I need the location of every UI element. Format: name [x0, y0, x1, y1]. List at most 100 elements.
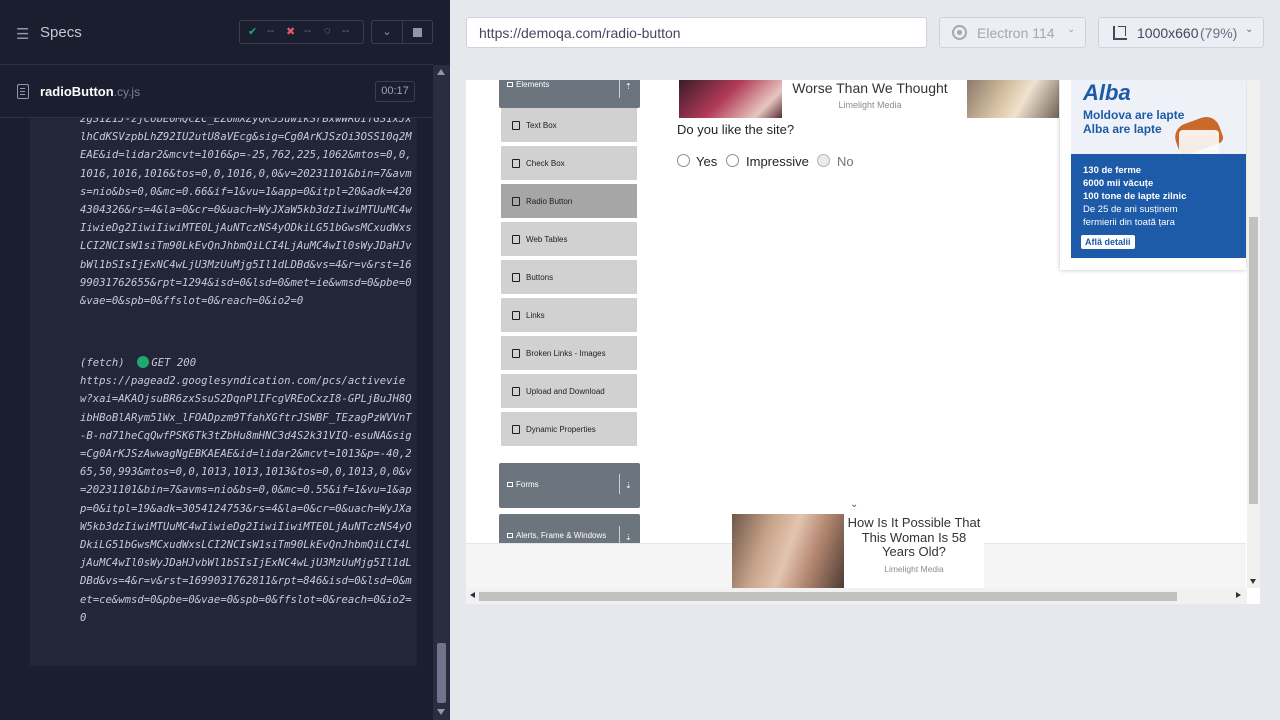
- alba-headline: Moldova are lapte Alba are lapte: [1083, 108, 1184, 136]
- sidebar-item-label: Check Box: [526, 159, 565, 168]
- radio-yes[interactable]: [677, 154, 690, 167]
- divider: [619, 474, 620, 494]
- chevron-down-icon: ⌄: [1245, 24, 1254, 35]
- spec-file-basename: radioButton: [40, 84, 114, 99]
- group-header-elements[interactable]: Elements ⇡: [499, 80, 640, 108]
- sidebar-item-label: Buttons: [526, 273, 554, 282]
- passed-icon: ✔: [248, 26, 258, 38]
- alba-headline-2: Alba are lapte: [1083, 122, 1162, 136]
- alba-ad-banner[interactable]: Alba Moldova are lapte Alba are lapte 130…: [1071, 80, 1246, 258]
- alba-line-5: fermierii din toată țara: [1083, 217, 1175, 228]
- sidebar-item-upload-download[interactable]: Upload and Download: [501, 374, 637, 410]
- log-entry-text[interactable]: 2gS1Z1J-zjCobE0MQcZC_EZUmXZyQK35uwikSrBx…: [80, 118, 415, 310]
- ad-image[interactable]: [732, 514, 844, 588]
- list-icon: [512, 425, 520, 434]
- radio-label-yes[interactable]: Yes: [696, 154, 717, 169]
- group-header-forms[interactable]: Forms ⇣: [499, 463, 640, 508]
- alba-cta-button[interactable]: Află detalii: [1081, 235, 1135, 249]
- list-icon: [512, 349, 520, 358]
- group-icon: [507, 482, 513, 487]
- question-text: Do you like the site?: [677, 122, 795, 137]
- alba-line-3: 100 tone de lapte zilnic: [1083, 191, 1187, 202]
- page-vertical-scrollbar[interactable]: [1247, 80, 1260, 588]
- ad-image[interactable]: [679, 80, 782, 118]
- page-horizontal-scrollbar[interactable]: [466, 588, 1247, 604]
- alba-line-1: 130 de ferme: [1083, 165, 1142, 176]
- sidebar-item-check-box[interactable]: Check Box: [501, 146, 637, 182]
- scrollbar-thumb[interactable]: [437, 643, 446, 703]
- status-dot-icon: [137, 356, 150, 368]
- sidebar-accordion: Elements ⇡ Text Box Check Box Radio Butt…: [499, 80, 640, 554]
- fetch-label: (fetch): [80, 357, 125, 369]
- sidebar-item-dynamic-properties[interactable]: Dynamic Properties: [501, 412, 637, 448]
- viewport-select[interactable]: 1000x660 (79%) ⌄: [1098, 17, 1264, 48]
- electron-icon: [952, 25, 967, 40]
- ad-image[interactable]: [967, 80, 1059, 118]
- ad-headline[interactable]: Worse Than We Thought Limelight Media: [786, 80, 954, 110]
- specs-header: ☰ Specs ✔ -- ✖ -- ◌ -- ⌄: [0, 0, 433, 65]
- scroll-left-icon[interactable]: [470, 592, 475, 598]
- group-title: Alerts, Frame & Windows: [516, 531, 607, 540]
- radio-impressive[interactable]: [726, 154, 739, 167]
- ruler-icon: [1113, 26, 1127, 40]
- sidebar-item-label: Dynamic Properties: [526, 425, 596, 434]
- radio-no[interactable]: [817, 154, 830, 167]
- browser-select[interactable]: Electron 114 ⌄: [939, 17, 1086, 48]
- chevron-down-icon: ⌄: [1067, 24, 1076, 35]
- spec-file-ext: .cy.js: [113, 85, 141, 99]
- sidebar-item-label: Broken Links - Images: [526, 349, 606, 358]
- stop-icon: [413, 28, 422, 37]
- divider: [619, 80, 620, 98]
- collapse-arrow-icon[interactable]: ⇡: [625, 82, 632, 91]
- ad-title[interactable]: How Is It Possible That This Woman Is 58…: [846, 515, 982, 560]
- group-icon: [507, 82, 513, 87]
- list-icon: [512, 159, 520, 168]
- scrollbar-thumb[interactable]: [479, 592, 1177, 601]
- file-icon: [17, 84, 29, 99]
- expand-arrow-icon[interactable]: ⇣: [625, 533, 632, 542]
- specs-list-icon[interactable]: ☰: [16, 25, 29, 43]
- chevron-down-icon: ⌄: [382, 26, 392, 38]
- radio-label-no: No: [837, 154, 854, 169]
- specs-title: Specs: [40, 24, 82, 41]
- pending-count: --: [342, 25, 350, 37]
- fetch-status: GET 200: [151, 357, 197, 369]
- spec-file-row[interactable]: radioButton.cy.js 00:17: [0, 66, 433, 118]
- url-bar[interactable]: https://demoqa.com/radio-button: [466, 17, 927, 48]
- list-icon: [512, 121, 520, 130]
- sidebar-item-label: Web Tables: [526, 235, 568, 244]
- command-log-scrollbar[interactable]: [433, 65, 450, 720]
- scroll-up-icon[interactable]: [437, 69, 445, 75]
- chevron-down-button[interactable]: ⌄: [371, 20, 403, 44]
- alba-body: 130 de ferme 6000 mii văcuțe 100 tone de…: [1083, 164, 1186, 229]
- expand-arrow-icon[interactable]: ⇣: [625, 481, 632, 490]
- sidebar-item-radio-button[interactable]: Radio Button: [501, 184, 637, 220]
- spec-duration: 00:17: [375, 81, 415, 102]
- scroll-right-icon[interactable]: [1236, 592, 1241, 598]
- alba-headline-1: Moldova are lapte: [1083, 108, 1185, 122]
- stop-button[interactable]: [403, 20, 433, 44]
- failed-icon: ✖: [286, 26, 296, 38]
- radio-label-impressive[interactable]: Impressive: [746, 154, 809, 169]
- sidebar-item-buttons[interactable]: Buttons: [501, 260, 637, 296]
- scroll-down-icon[interactable]: [1250, 579, 1256, 584]
- viewport-zoom: (79%): [1200, 25, 1238, 41]
- test-stats: ✔ -- ✖ -- ◌ --: [239, 20, 364, 44]
- alba-line-4: De 25 de ani susținem: [1083, 204, 1178, 215]
- log-entry-fetch[interactable]: (fetch) GET 200 https://pagead2.googlesy…: [80, 354, 415, 627]
- chevron-down-icon[interactable]: ⌄: [850, 499, 858, 510]
- sidebar-item-label: Text Box: [526, 121, 557, 130]
- sidebar-item-label: Radio Button: [526, 197, 573, 206]
- sidebar-item-broken-links[interactable]: Broken Links - Images: [501, 336, 637, 372]
- pending-icon: ◌: [324, 25, 331, 37]
- alba-ad[interactable]: Alba Moldova are lapte Alba are lapte 130…: [1060, 80, 1246, 270]
- list-icon: [512, 311, 520, 320]
- sidebar-item-text-box[interactable]: Text Box: [501, 108, 637, 144]
- scrollbar-thumb[interactable]: [1249, 217, 1258, 504]
- scroll-down-icon[interactable]: [437, 709, 445, 715]
- browser-label: Electron 114: [977, 25, 1055, 41]
- sidebar-item-label: Upload and Download: [526, 387, 605, 396]
- sidebar-item-links[interactable]: Links: [501, 298, 637, 334]
- sidebar-item-web-tables[interactable]: Web Tables: [501, 222, 637, 258]
- bottom-ad[interactable]: How Is It Possible That This Woman Is 58…: [732, 514, 984, 588]
